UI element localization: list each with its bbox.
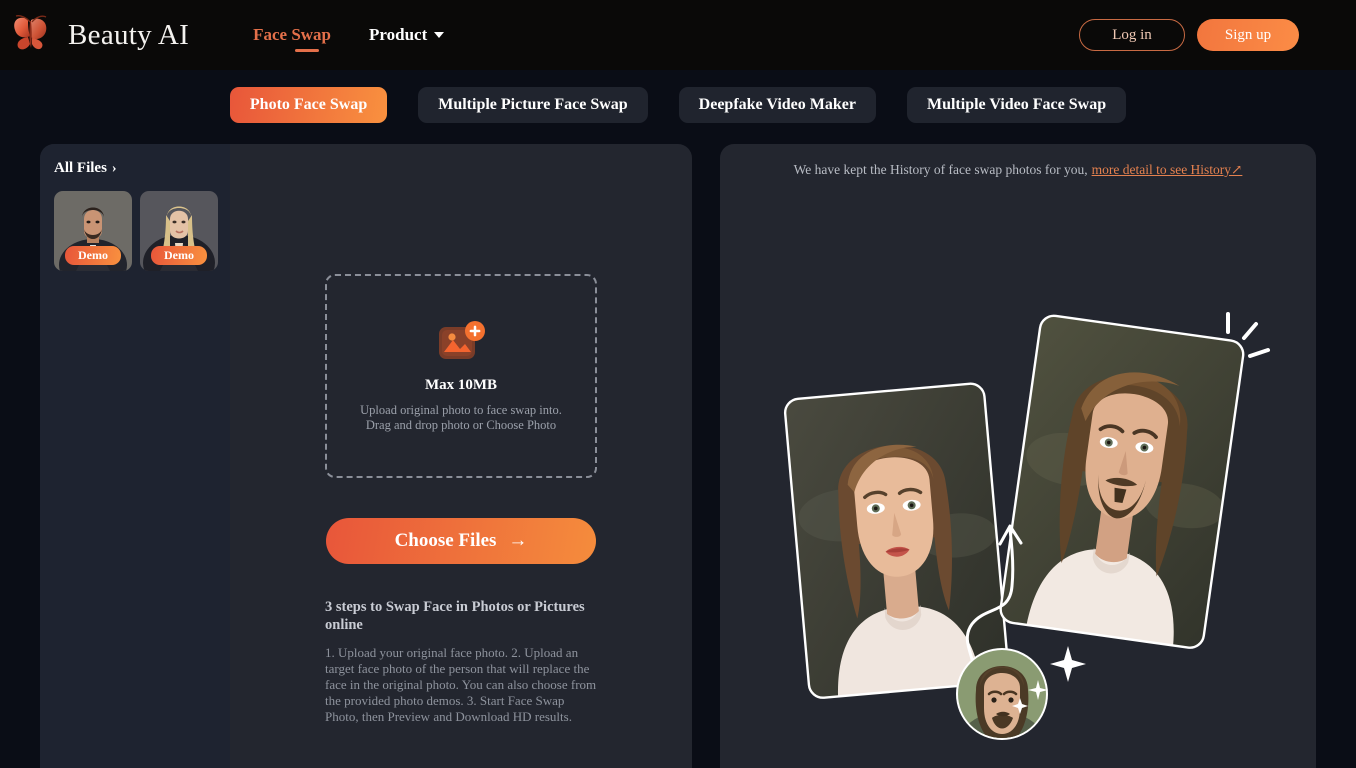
steps-section: 3 steps to Swap Face in Photos or Pictur… xyxy=(325,598,597,725)
preview-panel: We have kept the History of face swap ph… xyxy=(720,144,1316,768)
nav-item-product-label: Product xyxy=(369,25,428,44)
dropzone-hint: Upload original photo to face swap into.… xyxy=(360,403,562,433)
files-sidebar: All Files › Demo Demo xyxy=(40,144,230,768)
tab-multiple-video-face-swap[interactable]: Multiple Video Face Swap xyxy=(906,87,1127,123)
tab-deepfake-video-maker[interactable]: Deepfake Video Maker xyxy=(678,87,876,123)
upload-panel: All Files › Demo Demo Max 10MB Upload or… xyxy=(40,144,692,768)
all-files-label: All Files xyxy=(54,160,107,176)
chevron-right-icon: › xyxy=(111,160,117,176)
add-image-icon xyxy=(439,321,485,359)
demo-thumbnail-female[interactable]: Demo xyxy=(140,191,218,271)
demo-thumbnails: Demo Demo xyxy=(54,191,230,271)
main-nav: Face Swap Product xyxy=(253,25,445,52)
file-dropzone[interactable]: Max 10MB Upload original photo to face s… xyxy=(325,274,597,478)
tab-photo-face-swap[interactable]: Photo Face Swap xyxy=(229,87,388,123)
login-button[interactable]: Log in xyxy=(1079,19,1185,51)
dropzone-hint-line1: Upload original photo to face swap into. xyxy=(360,403,562,417)
nav-item-product[interactable]: Product xyxy=(369,25,445,45)
butterfly-icon xyxy=(14,15,47,50)
history-notice: We have kept the History of face swap ph… xyxy=(720,162,1316,178)
face-swap-before-after-illustration xyxy=(783,312,1270,740)
chevron-down-icon xyxy=(434,32,445,38)
brand-name: Beauty AI xyxy=(68,18,190,51)
choose-files-label: Choose Files xyxy=(394,530,497,551)
all-files-link[interactable]: All Files › xyxy=(54,160,230,177)
site-header: Beauty AI Face Swap Product Log in Sign … xyxy=(0,0,1356,70)
demo-thumbnail-male[interactable]: Demo xyxy=(54,191,132,271)
dropzone-hint-line2: Drag and drop photo or Choose Photo xyxy=(365,418,557,432)
demo-badge: Demo xyxy=(65,246,121,265)
tab-multiple-picture-face-swap[interactable]: Multiple Picture Face Swap xyxy=(418,87,648,123)
feature-tabs: Photo Face Swap Multiple Picture Face Sw… xyxy=(0,70,1356,140)
history-detail-link[interactable]: more detail to see History↗ xyxy=(1092,162,1243,177)
steps-title: 3 steps to Swap Face in Photos or Pictur… xyxy=(325,599,585,633)
auth-actions: Log in Sign up xyxy=(1079,19,1299,51)
hero-illustration xyxy=(720,294,1316,768)
choose-files-button[interactable]: Choose Files → xyxy=(326,518,596,564)
uploader-column: Max 10MB Upload original photo to face s… xyxy=(230,144,692,768)
steps-body: 1. Upload your original face photo. 2. U… xyxy=(325,645,597,724)
nav-active-underline xyxy=(295,49,320,52)
arrow-right-icon: → xyxy=(508,530,528,551)
nav-item-face-swap-label: Face Swap xyxy=(253,25,332,44)
max-size-label: Max 10MB xyxy=(424,377,498,393)
nav-item-face-swap[interactable]: Face Swap xyxy=(253,25,332,52)
demo-badge: Demo xyxy=(151,246,207,265)
signup-button[interactable]: Sign up xyxy=(1197,19,1299,51)
history-notice-text: We have kept the History of face swap ph… xyxy=(793,162,1088,177)
logo[interactable]: Beauty AI xyxy=(8,13,189,57)
